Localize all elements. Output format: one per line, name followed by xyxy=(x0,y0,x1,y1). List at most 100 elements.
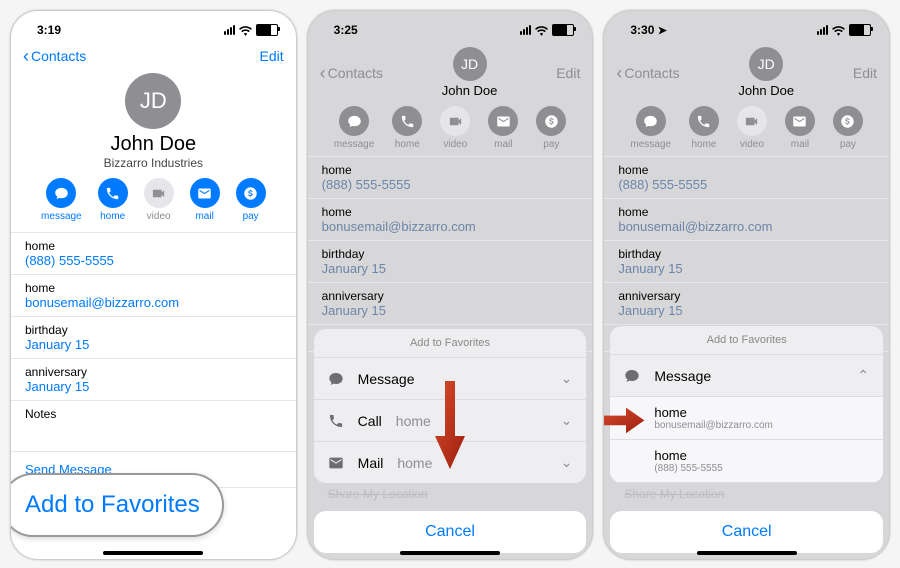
field-anniversary[interactable]: anniversary January 15 xyxy=(11,359,296,401)
message-icon xyxy=(339,106,369,136)
action-message: message xyxy=(334,106,375,150)
back-button: ‹ Contacts xyxy=(320,64,383,82)
phone-icon xyxy=(689,106,719,136)
quick-actions: message home video mail pay xyxy=(11,178,296,222)
quick-actions: message home video mail pay xyxy=(604,106,889,150)
message-icon xyxy=(328,371,344,387)
cancel-button[interactable]: Cancel xyxy=(610,511,883,553)
avatar: JD xyxy=(125,73,181,129)
contact-company: Bizzarro Industries xyxy=(11,156,296,170)
avatar: JD xyxy=(453,47,487,81)
action-pay: pay xyxy=(833,106,863,150)
annotation-arrow-down xyxy=(430,381,470,476)
message-icon xyxy=(624,368,640,384)
action-mail[interactable]: mail xyxy=(190,178,220,222)
edit-button: Edit xyxy=(556,65,580,81)
home-indicator[interactable] xyxy=(697,551,797,555)
chevron-left-icon: ‹ xyxy=(320,64,326,82)
chevron-up-icon: ⌃ xyxy=(857,367,869,384)
chevron-left-icon: ‹ xyxy=(616,64,622,82)
status-time: 3:19 xyxy=(37,23,61,37)
sheet-option-email[interactable]: home bonusemail@bizzarro.com xyxy=(610,397,883,440)
battery-icon xyxy=(849,24,871,36)
field-anniversary: anniversaryJanuary 15 xyxy=(604,283,889,325)
signal-icon xyxy=(520,25,531,35)
action-sheet: Add to Favorites Message ⌃ home bonusema… xyxy=(604,320,889,559)
action-pay: pay xyxy=(536,106,566,150)
chevron-down-icon: ⌄ xyxy=(561,370,573,387)
quick-actions: message home video mail pay xyxy=(308,106,593,150)
location-arrow-icon: ➤ xyxy=(658,25,667,37)
edit-button[interactable]: Edit xyxy=(260,48,284,64)
nav-bar: ‹ Contacts JD John Doe Edit xyxy=(308,43,593,102)
back-label: Contacts xyxy=(328,65,383,81)
field-birthday: birthdayJanuary 15 xyxy=(308,241,593,283)
sheet-title: Add to Favorites xyxy=(610,326,883,355)
pay-icon xyxy=(536,106,566,136)
phone-icon xyxy=(98,178,128,208)
status-icons xyxy=(224,24,278,36)
nav-bar: ‹ Contacts JD John Doe Edit xyxy=(604,43,889,102)
action-video[interactable]: video xyxy=(144,178,174,222)
message-icon xyxy=(636,106,666,136)
field-phone[interactable]: home (888) 555-5555 xyxy=(11,233,296,275)
video-icon xyxy=(440,106,470,136)
cancel-button[interactable]: Cancel xyxy=(314,511,587,553)
battery-icon xyxy=(552,24,574,36)
action-video: video xyxy=(440,106,470,150)
status-time: 3:25 xyxy=(334,23,358,37)
mail-icon xyxy=(190,178,220,208)
wifi-icon xyxy=(535,25,548,35)
home-indicator[interactable] xyxy=(103,551,203,555)
contact-header: JD John Doe Bizzarro Industries message … xyxy=(11,69,296,232)
callout-add-to-favorites: Add to Favorites xyxy=(10,473,224,537)
video-icon xyxy=(144,178,174,208)
phone-icon xyxy=(392,106,422,136)
contact-name: John Doe xyxy=(11,133,296,156)
status-icons xyxy=(520,24,574,36)
status-bar: 3:19 xyxy=(11,11,296,43)
field-birthday: birthdayJanuary 15 xyxy=(604,241,889,283)
contact-name: John Doe xyxy=(383,83,556,98)
action-message[interactable]: message xyxy=(41,178,82,222)
field-birthday[interactable]: birthday January 15 xyxy=(11,317,296,359)
mail-icon xyxy=(785,106,815,136)
action-mail: mail xyxy=(488,106,518,150)
back-label: Contacts xyxy=(31,48,86,64)
avatar: JD xyxy=(749,47,783,81)
home-indicator[interactable] xyxy=(400,551,500,555)
nav-bar: ‹ Contacts Edit xyxy=(11,43,296,69)
annotation-arrow-right xyxy=(603,406,646,440)
field-email[interactable]: home bonusemail@bizzarro.com xyxy=(11,275,296,317)
status-bar: 3:30 ➤ xyxy=(604,11,889,43)
action-pay[interactable]: pay xyxy=(236,178,266,222)
battery-icon xyxy=(256,24,278,36)
pay-icon xyxy=(236,178,266,208)
phone-frame-3: 3:30 ➤ ‹ Contacts JD John Doe Edit messa… xyxy=(603,10,890,560)
field-phone: home(888) 555-5555 xyxy=(604,157,889,199)
wifi-icon xyxy=(832,25,845,35)
field-notes[interactable]: Notes xyxy=(11,401,296,452)
contact-name: John Doe xyxy=(680,83,853,98)
wifi-icon xyxy=(239,25,252,35)
message-icon xyxy=(46,178,76,208)
signal-icon xyxy=(224,25,235,35)
sheet-option-phone[interactable]: home (888) 555-5555 xyxy=(610,440,883,483)
action-video: video xyxy=(737,106,767,150)
back-label: Contacts xyxy=(624,65,679,81)
video-icon xyxy=(737,106,767,136)
field-anniversary: anniversaryJanuary 15 xyxy=(308,283,593,325)
action-mail: mail xyxy=(785,106,815,150)
back-button[interactable]: ‹ Contacts xyxy=(23,47,86,65)
pay-icon xyxy=(833,106,863,136)
sheet-title: Add to Favorites xyxy=(314,329,587,358)
sheet-row-message[interactable]: Message ⌃ xyxy=(610,355,883,397)
share-location-hidden: Share My Location xyxy=(314,483,587,505)
action-call[interactable]: home xyxy=(98,178,128,222)
status-icons xyxy=(817,24,871,36)
action-call: home xyxy=(392,106,422,150)
chevron-down-icon: ⌄ xyxy=(561,454,573,471)
action-call: home xyxy=(689,106,719,150)
status-time: 3:30 ➤ xyxy=(630,23,669,37)
field-phone: home(888) 555-5555 xyxy=(308,157,593,199)
